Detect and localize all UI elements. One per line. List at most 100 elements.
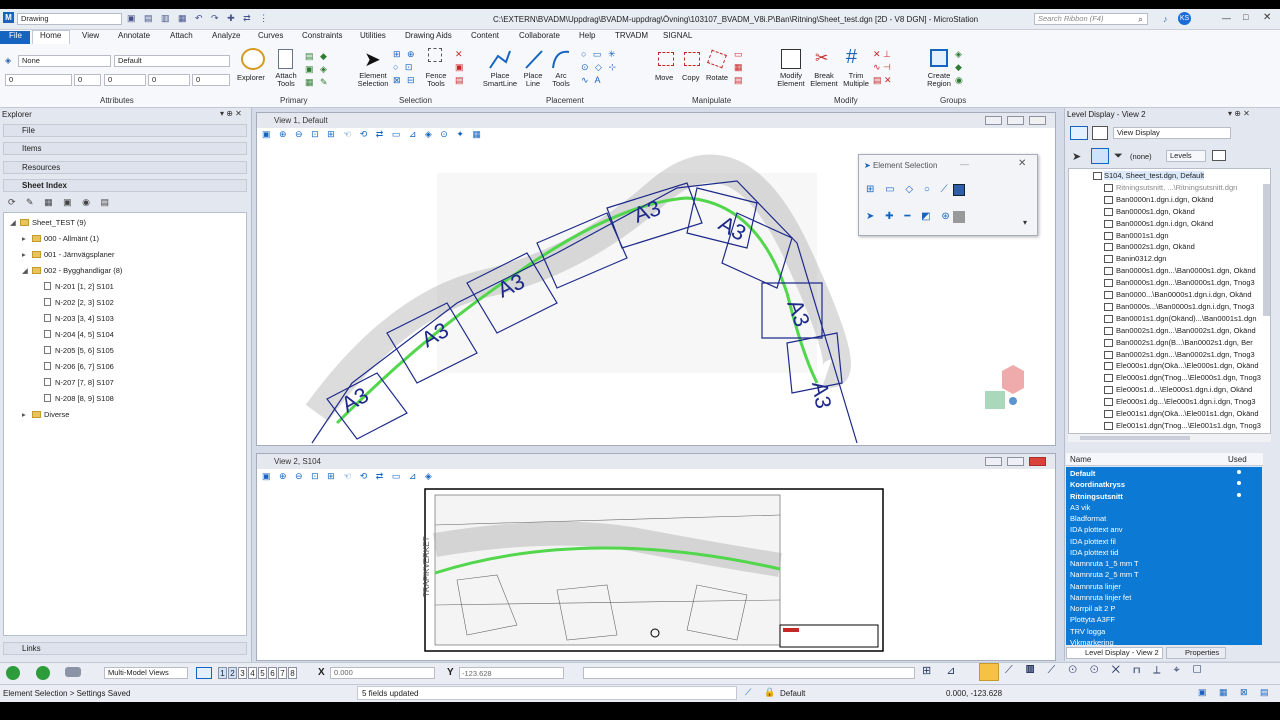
groups-small-icons[interactable]: ◈ ◆ ◉ xyxy=(955,48,963,87)
level-row[interactable]: Namnruta 2_5 mm T xyxy=(1070,570,1139,579)
sheet-tree-item[interactable]: N-208 [8, 9] S108 xyxy=(34,394,114,403)
quick-access-toolbar[interactable]: ▣ ▤ ▥ ▦ ↶ ↷ ✚ ⇄ ⋮ xyxy=(127,13,297,25)
priority-combo[interactable]: 0 xyxy=(148,74,190,86)
view1-toolbar[interactable]: ▣ ⊕ ⊖ ⊡ ⊞ ☜ ⟲ ⇄ ▭ ⊿ ◈ ⊙ ✦ ▦ xyxy=(262,129,484,140)
panel-pin-icon[interactable]: ▾ ⊕ ✕ xyxy=(220,109,242,118)
display-mode-icon[interactable] xyxy=(1092,126,1108,140)
display-mode-combo[interactable]: View Display xyxy=(1113,127,1231,139)
snap-active-icon[interactable] xyxy=(979,663,999,681)
status-right-icons[interactable]: ▣ ▦ ⊠ ▤ xyxy=(1198,687,1274,698)
level-row[interactable]: IDA plottext anv xyxy=(1070,525,1123,534)
level-tree-item[interactable]: Ban0002s1.dgn...\Ban0002s1.dgn, Okänd xyxy=(1116,326,1256,335)
snap-toolbar[interactable]: ⊞ ⊿ xyxy=(922,664,962,677)
tree-expand-icon[interactable]: ▸ xyxy=(22,410,32,419)
modify-element-icon[interactable] xyxy=(781,49,801,69)
attach-tools-icon[interactable] xyxy=(278,49,293,69)
dialog-close-icon[interactable]: ✕ xyxy=(1018,158,1026,169)
selection-method-buttons[interactable]: ⊞ ▭ ◇ ○ ⟋ xyxy=(866,184,952,195)
col-used[interactable]: Used xyxy=(1228,455,1247,464)
sheet-tree-item[interactable]: N-207 [7, 8] S107 xyxy=(34,378,114,387)
view-4-button[interactable]: 4 xyxy=(248,667,257,679)
level-tree-item[interactable]: Ele001s1.dgn(Tnog...\Ele001s1.dgn, Tnog3 xyxy=(1116,421,1261,430)
placement-small-icons[interactable]: ○ ▭ ✳ ⊙ ◇ ⊹ ∿ A xyxy=(581,48,618,87)
tab-level-display[interactable]: Level Display - View 2 xyxy=(1066,647,1163,659)
search-ribbon-input[interactable]: Search Ribbon (F4) xyxy=(1034,13,1148,25)
sheet-tree-item[interactable]: N-204 [4, 5] S104 xyxy=(34,330,114,339)
tab-drawing-aids[interactable]: Drawing Aids xyxy=(405,31,452,44)
primary-small-icons[interactable]: ▤ ◆ ▣ ◈ ▦ ✎ xyxy=(305,50,345,90)
place-line-icon[interactable] xyxy=(524,48,544,70)
place-line-button[interactable]: Place Line xyxy=(521,72,545,88)
accudraw-icon[interactable]: ⟋ xyxy=(745,687,751,698)
level-row[interactable]: TRV logga xyxy=(1070,627,1105,636)
move-icon[interactable] xyxy=(658,52,674,66)
arc-tools-button[interactable]: Arc Tools xyxy=(548,72,574,88)
level-tree-item[interactable]: Ele000s1.d...\Ele000s1.dgn.i.dgn, Okänd xyxy=(1116,385,1252,394)
level-row[interactable]: IDA plottext tid xyxy=(1070,548,1118,557)
view-2-button[interactable]: 2 xyxy=(228,667,237,679)
view1-maximize-button[interactable] xyxy=(1007,116,1024,125)
level-tree-item[interactable]: Ban0000s1.dgn.i.dgn, Okänd xyxy=(1116,219,1213,228)
col-name[interactable]: Name xyxy=(1070,455,1091,464)
tab-content[interactable]: Content xyxy=(471,31,499,44)
bell-icon[interactable]: ♪ xyxy=(1163,14,1168,24)
lock-icon[interactable]: 🔒 xyxy=(764,687,775,698)
level-row[interactable]: Koordinatkryss xyxy=(1070,480,1125,489)
view2-canvas[interactable]: TRAFIKVERKET xyxy=(257,485,1055,660)
tab-curves[interactable]: Curves xyxy=(258,31,283,44)
sheet-tree-item[interactable]: ◢ 002 - Bygghandligar (8) xyxy=(22,266,122,275)
view2-maximize-button[interactable] xyxy=(1007,457,1024,466)
section-links[interactable]: Links xyxy=(3,642,247,655)
weight-combo[interactable]: 0 xyxy=(5,74,72,86)
tab-help[interactable]: Help xyxy=(579,31,595,44)
level-row[interactable]: Namnruta linjer fet xyxy=(1070,593,1131,602)
break-element-button[interactable]: Break Element xyxy=(808,72,840,88)
level-tree-item[interactable]: Ritningsutsnitt, ...\Ritningsutsnitt.dgn xyxy=(1116,183,1237,192)
level-tree-item[interactable]: S104, Sheet_test.dgn, Default xyxy=(1104,171,1205,180)
tab-constraints[interactable]: Constraints xyxy=(302,31,342,44)
level-tree-item[interactable]: Ban0000s1.dgn, Okänd xyxy=(1116,207,1195,216)
style-combo[interactable]: Default xyxy=(114,55,230,67)
level-tree-item[interactable]: Ban0000...\Ban0000s1.dgn.i.dgn, Okänd xyxy=(1116,290,1252,299)
explorer-button[interactable]: Explorer xyxy=(237,74,265,82)
level-row[interactable]: Plottyta A3FF xyxy=(1070,615,1115,624)
tab-signal[interactable]: SIGNAL xyxy=(663,31,692,44)
copy-icon[interactable] xyxy=(684,52,700,66)
section-items[interactable]: Items xyxy=(3,142,247,155)
tab-view[interactable]: View xyxy=(82,31,99,44)
levels-list-icon[interactable] xyxy=(1091,148,1109,164)
level-panel-pin-icon[interactable]: ▾ ⊕ ✕ xyxy=(1228,109,1250,118)
explorer-icon[interactable] xyxy=(241,48,265,70)
selection-mode-buttons[interactable]: ➤ ✚ ━ ◩ ⊛ xyxy=(866,211,954,222)
view1-close-button[interactable] xyxy=(1029,116,1046,125)
attach-tools-button[interactable]: Attach Tools xyxy=(273,72,299,88)
sheet-tree-item[interactable]: N-201 [1, 2] S101 xyxy=(34,282,114,291)
minimize-icon[interactable]: — xyxy=(1222,13,1231,23)
level-settings-icon[interactable] xyxy=(1212,150,1226,161)
fence-icon[interactable] xyxy=(428,48,442,62)
tab-collaborate[interactable]: Collaborate xyxy=(519,31,560,44)
maximize-icon[interactable]: □ xyxy=(1243,12,1248,22)
level-tree-scrollbar[interactable] xyxy=(1263,184,1270,316)
dialog-minimize-icon[interactable]: — xyxy=(960,159,969,169)
level-tree-item[interactable]: Ban0002s1.dgn...\Ban0002s1.dgn, Tnog3 xyxy=(1116,350,1255,359)
level-row[interactable]: Vikmarkering xyxy=(1070,638,1114,647)
view1-minimize-button[interactable] xyxy=(985,116,1002,125)
snap-modes-toolbar[interactable]: ⟋ ▦ ⟋ ⊙ ⊙ ✕ ⊓ ⊥ ⌖ ▢ xyxy=(1005,664,1207,677)
element-selection-button[interactable]: Element Selection xyxy=(356,72,390,88)
forward-icon[interactable] xyxy=(36,666,50,680)
dialog-expand-icon[interactable]: ▾ xyxy=(1023,218,1027,227)
view-5-button[interactable]: 5 xyxy=(258,667,267,679)
transparency-combo[interactable]: 0 xyxy=(104,74,146,86)
view-1-button[interactable]: 1 xyxy=(218,667,227,679)
level-row[interactable]: Bladformat xyxy=(1070,514,1106,523)
level-row[interactable]: Norrpil alt 2 P xyxy=(1070,604,1115,613)
levels-dropdown[interactable]: Levels xyxy=(1166,150,1206,162)
model-icon[interactable] xyxy=(65,667,81,677)
level-tree-item[interactable]: Ele000s1.dg...\Ele000s1.dgn.i.dgn, Tnog3 xyxy=(1116,397,1256,406)
tab-annotate[interactable]: Annotate xyxy=(118,31,150,44)
view2-close-button[interactable] xyxy=(1029,457,1046,466)
sheet-tree-item[interactable]: N-203 [3, 4] S103 xyxy=(34,314,114,323)
filter-value[interactable]: (none) xyxy=(1130,152,1152,161)
manipulate-small-icons[interactable]: ▭ ▦ ▤ xyxy=(734,48,743,87)
